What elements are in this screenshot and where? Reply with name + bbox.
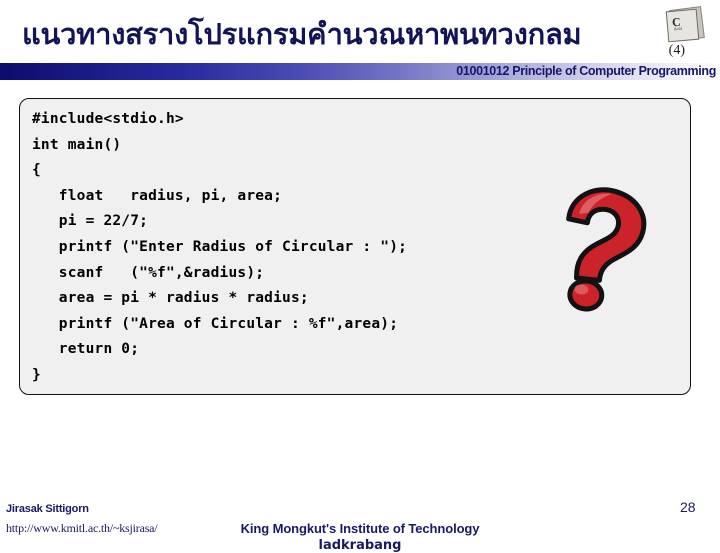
course-logo-icon: C data	[663, 5, 707, 45]
course-subtitle: 01001012 Principle of Computer Programmi…	[456, 64, 716, 78]
logo-sheet-front	[665, 8, 700, 43]
footer-author: Jirasak Sittigorn	[6, 503, 89, 515]
slide-header: แนวทางสรางโปรแกรมคำนวณหาพนทวงกลม C data …	[0, 0, 720, 88]
footer-institution-line1: King Mongkut's Institute of Technology	[240, 521, 480, 536]
footer-institution-line2: ladkrabang	[318, 538, 402, 553]
slide-variant-number: (4)	[668, 43, 685, 58]
page-title: แนวทางสรางโปรแกรมคำนวณหาพนทวงกลม	[22, 17, 582, 51]
question-mark-svg	[566, 187, 647, 312]
question-mark-icon	[528, 176, 668, 316]
source-code-listing: #include<stdio.h> int main() { float rad…	[32, 111, 408, 383]
logo-sublabel: data	[673, 26, 683, 33]
page-number: 28	[680, 499, 696, 515]
